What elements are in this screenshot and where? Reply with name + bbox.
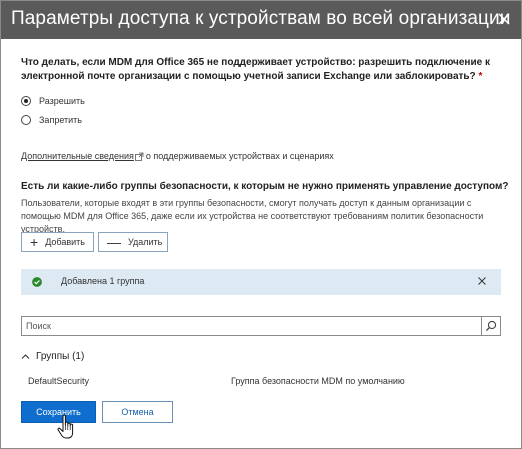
search-button[interactable] [481, 317, 500, 335]
more-info-line: Дополнительные сведения о поддерживаемых… [21, 151, 334, 161]
radio-allow-label: Разрешить [39, 96, 85, 106]
security-groups-title: Есть ли какие-либо группы безопасности, … [21, 181, 509, 192]
add-button[interactable]: + Добавить [21, 232, 94, 252]
close-icon [498, 13, 510, 25]
more-info-link[interactable]: Дополнительные сведения [21, 151, 134, 161]
group-row-name: DefaultSecurity [28, 376, 90, 386]
radio-block[interactable]: Запретить [21, 113, 82, 127]
hand-pointer-icon [57, 414, 74, 439]
search-icon [486, 320, 497, 331]
external-link-icon [134, 152, 144, 161]
remove-button[interactable]: — Удалить [98, 232, 168, 252]
remove-icon: — [107, 234, 121, 250]
more-info-suffix: о поддерживаемых устройствах и сценариях [145, 151, 334, 161]
add-icon: + [30, 234, 39, 250]
notification-bar: Добавлена 1 группа [21, 269, 501, 295]
dialog-header: Параметры доступа к устройствам во всей … [1, 1, 521, 39]
chevron-up-icon [21, 354, 30, 359]
success-check-icon [32, 277, 42, 287]
notification-text: Добавлена 1 группа [61, 276, 145, 286]
groups-header-label: Группы (1) [36, 351, 85, 362]
notification-close-icon[interactable] [477, 276, 487, 286]
security-groups-description: Пользователи, которые входят в эти групп… [21, 198, 484, 234]
close-button[interactable] [495, 10, 513, 28]
device-access-dialog: Параметры доступа к устройствам во всей … [0, 0, 522, 449]
radio-block-circle[interactable] [21, 115, 31, 125]
groups-section-toggle[interactable]: Группы (1) [21, 351, 84, 362]
unsupported-device-question: Что делать, если MDM для Office 365 не п… [21, 56, 491, 84]
cancel-button[interactable]: Отмена [102, 401, 173, 423]
radio-allow[interactable]: Разрешить [21, 94, 85, 108]
add-button-label: Добавить [45, 237, 85, 247]
search-input[interactable] [22, 317, 480, 335]
radio-block-label: Запретить [39, 115, 82, 125]
required-mark: * [478, 71, 483, 82]
remove-button-label: Удалить [128, 237, 163, 247]
question-text: Что делать, если MDM для Office 365 не п… [21, 57, 490, 82]
dialog-title: Параметры доступа к устройствам во всей … [11, 8, 511, 29]
search-box [21, 316, 501, 336]
radio-allow-circle[interactable] [21, 96, 31, 106]
group-row-description: Группа безопасности MDM по умолчанию [231, 376, 405, 386]
